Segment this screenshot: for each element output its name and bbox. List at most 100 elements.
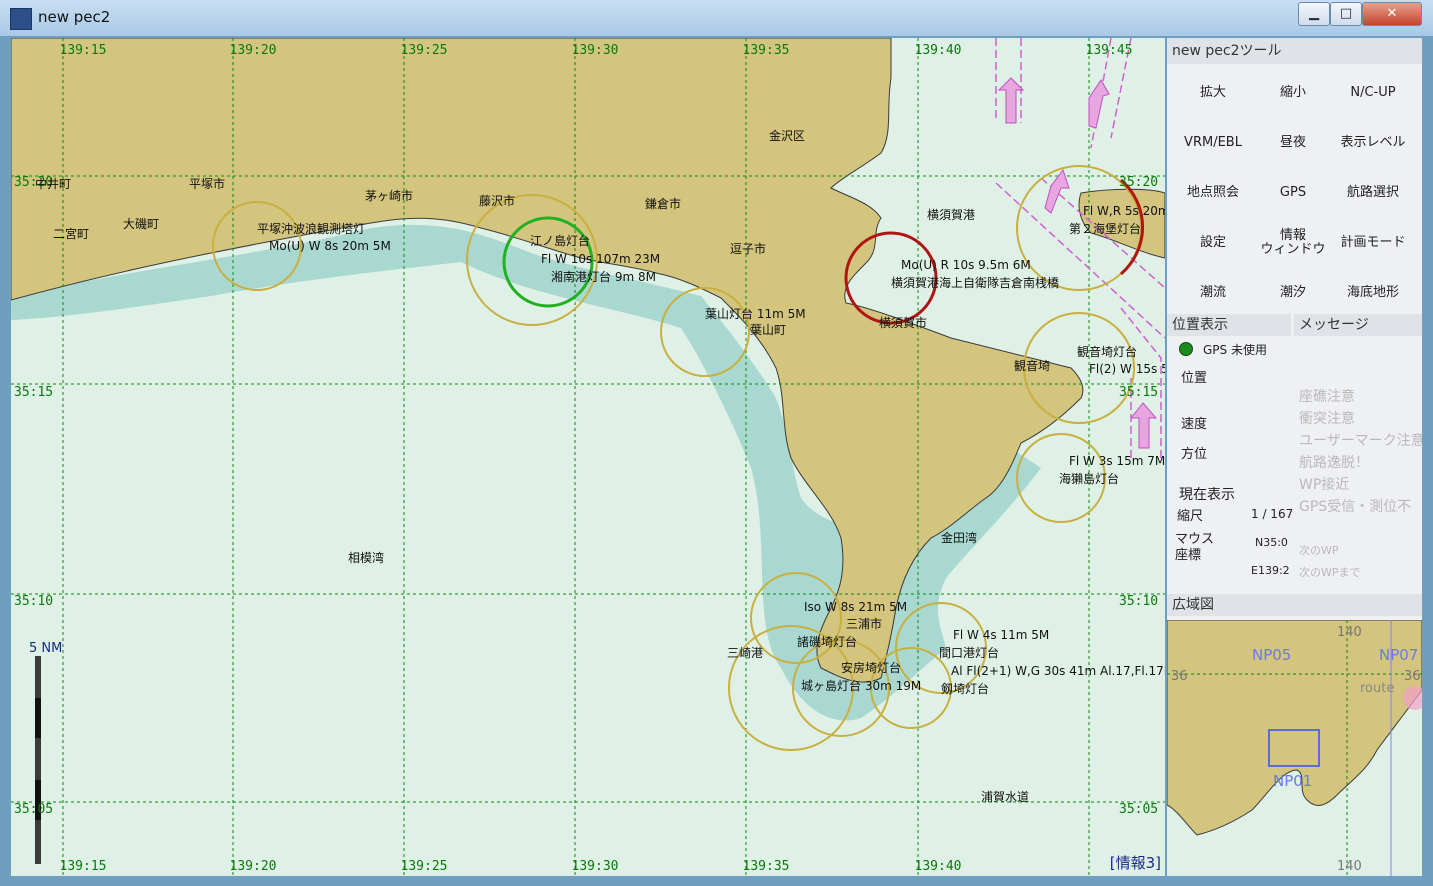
top-tick: 139:45: [1086, 43, 1133, 58]
place-name: 二宮町: [53, 226, 89, 241]
message-item: ユーザーマーク注意: [1299, 433, 1422, 449]
top-tick: 139:35: [743, 43, 790, 58]
day-night-button[interactable]: 昼夜: [1253, 123, 1333, 163]
overview-tick: 36: [1171, 669, 1188, 684]
light-label: 平塚沖波浪観測塔灯: [257, 221, 365, 236]
display-level-button[interactable]: 表示レベル: [1333, 123, 1413, 163]
gps-button[interactable]: GPS: [1253, 173, 1333, 213]
overview-tick: 140: [1337, 625, 1362, 640]
right-tick: 35:10: [1119, 594, 1158, 609]
tide-button[interactable]: 潮汐: [1253, 273, 1333, 313]
light-label: Fl(2) W 15s 5: [1089, 362, 1165, 376]
scale-value: 1 / 167: [1251, 507, 1294, 521]
current-header: 現在表示: [1179, 487, 1235, 503]
message-item: 次のWP: [1299, 544, 1339, 557]
gps-status-text: GPS 未使用: [1203, 343, 1267, 357]
zoom-in-button[interactable]: 拡大: [1173, 73, 1253, 113]
top-tick: 139:40: [915, 43, 962, 58]
place-name: 鎌倉市: [645, 196, 681, 211]
minimize-button[interactable]: ▁: [1298, 2, 1330, 26]
right-tick: 35:20: [1119, 175, 1158, 190]
message-item: WP接近: [1299, 477, 1350, 493]
tidal-current-button[interactable]: 潮流: [1173, 273, 1253, 313]
settings-button[interactable]: 設定: [1173, 223, 1253, 263]
overview-label: NP01: [1273, 772, 1312, 790]
overview-tick: 36: [1404, 669, 1421, 684]
position-header: 位置表示: [1167, 314, 1291, 336]
position-label: 位置: [1181, 371, 1208, 386]
overview-label: NP05: [1252, 646, 1291, 664]
place-name: 茅ヶ崎市: [365, 188, 413, 203]
place-name: 金田湾: [941, 530, 977, 545]
nautical-chart[interactable]: 139:15 139:20 139:25 139:30 139:35 139:4…: [11, 38, 1165, 876]
speed-label: 速度: [1181, 417, 1208, 432]
scale-label: 5 NM: [29, 641, 62, 656]
light-label: 江ノ島灯台: [530, 233, 590, 248]
place-name: 相模湾: [348, 550, 384, 565]
chart-map[interactable]: 139:15 139:20 139:25 139:30 139:35 139:4…: [11, 38, 1165, 876]
message-item: 次のWPまで: [1299, 566, 1361, 579]
light-label: 城ヶ島灯台 30m 19M: [801, 678, 921, 693]
route-select-button[interactable]: 航路選択: [1333, 173, 1413, 213]
light-label: Al Fl(2+1) W,G 30s 41m Al.17,Fl.17M: [951, 664, 1165, 678]
left-tick: 35:10: [14, 594, 53, 609]
place-name: 横須賀港: [927, 208, 975, 222]
left-tick: 35:05: [14, 802, 53, 817]
close-button[interactable]: ✕: [1362, 2, 1422, 26]
app-icon: [10, 8, 32, 30]
light-label: 湘南港灯台 9m 8M: [551, 269, 656, 284]
overview-label: NP07: [1379, 646, 1418, 664]
place-name: 藤沢市: [479, 193, 515, 208]
place-name: 金沢区: [769, 128, 805, 143]
right-tick: 35:15: [1119, 385, 1158, 400]
place-name: 平塚市: [189, 176, 225, 191]
heading-label: 方位: [1181, 447, 1208, 462]
light-label: 葉山灯台 11m 5M: [705, 306, 806, 321]
place-name: 葉山町: [750, 323, 786, 337]
light-label: Mo(U) W 8s 20m 5M: [269, 239, 391, 253]
info-window-button[interactable]: 情報 ウィンドウ: [1253, 223, 1333, 263]
overview-tick: 140: [1337, 859, 1362, 874]
plan-mode-button[interactable]: 計画モード: [1333, 223, 1413, 263]
light-label: Mo(U) R 10s 9.5m 6M: [901, 258, 1031, 272]
place-name: 横須賀市: [879, 315, 927, 330]
light-label: Fl W 10s 107m 23M: [541, 252, 660, 266]
light-label: 間口港灯台: [939, 645, 999, 660]
light-label: 剱埼灯台: [941, 681, 989, 696]
window-title: new pec2: [38, 8, 111, 26]
place-name: 大磯町: [123, 217, 159, 231]
light-label: Iso W 8s 21m 5M: [804, 600, 907, 614]
zoom-out-button[interactable]: 縮小: [1253, 73, 1333, 113]
message-list: 座礁注意 衝突注意 ユーザーマーク注意 航路逸脱！ WP接近 GPS受信・測位不…: [1294, 338, 1422, 588]
vrm-ebl-button[interactable]: VRM/EBL: [1173, 123, 1253, 163]
seabed-button[interactable]: 海底地形: [1333, 273, 1413, 313]
place-name: 中井町: [35, 176, 71, 191]
scale-label: 縮尺: [1177, 509, 1204, 524]
message-item: GPS受信・測位不: [1299, 499, 1412, 515]
bottom-tick: 139:15: [60, 859, 107, 874]
top-tick: 139:25: [401, 43, 448, 58]
overview-map[interactable]: NP05 NP07 NP01 140 140 36 36 route: [1167, 620, 1422, 876]
light-label: 安房埼灯台: [841, 660, 901, 675]
mouse-lat: N35:0: [1255, 536, 1288, 549]
light-label: Fl W 4s 11m 5M: [953, 628, 1049, 642]
place-name: 浦賀水道: [981, 790, 1029, 804]
light-label: 観音埼灯台: [1077, 344, 1137, 359]
light-label: 横須賀港海上自衛隊吉倉南桟橋: [891, 275, 1059, 290]
maximize-button[interactable]: □: [1330, 2, 1362, 26]
info-tag[interactable]: [情報3]: [1110, 852, 1161, 873]
point-query-button[interactable]: 地点照会: [1173, 173, 1253, 213]
message-header: メッセージ: [1294, 314, 1422, 336]
north-up-button[interactable]: N/C-UP: [1333, 73, 1413, 113]
place-name: 観音埼: [1014, 358, 1050, 373]
light-label: Fl W,R 5s 20m: [1083, 204, 1165, 218]
left-tick: 35:15: [14, 385, 53, 400]
bottom-tick: 139:40: [915, 859, 962, 874]
place-name: 三浦市: [846, 616, 882, 631]
top-tick: 139:20: [230, 43, 277, 58]
message-item: 衝突注意: [1299, 411, 1355, 427]
place-name: 三崎港: [727, 646, 763, 660]
message-item: 座礁注意: [1299, 389, 1355, 405]
light-label: 海獺島灯台: [1059, 471, 1119, 486]
bottom-tick: 139:20: [230, 859, 277, 874]
